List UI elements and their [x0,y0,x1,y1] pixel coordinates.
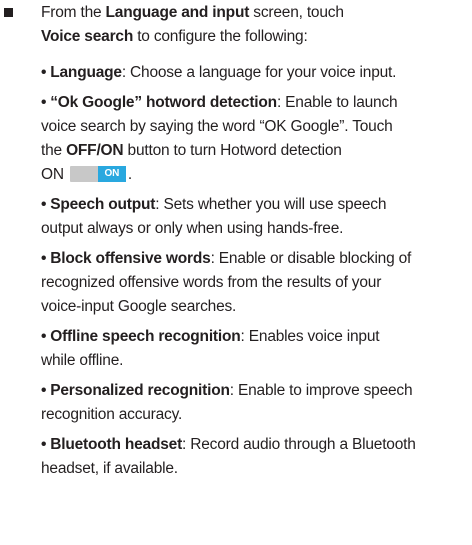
voice-search-options-list: • Language: Choose a language for your vo… [41,61,466,487]
off-on-button-term: OFF/ON [66,142,124,159]
item-text: : Enable to launch [276,94,398,111]
item-text: voice-input Google searches. [41,298,237,315]
item-term: Offline speech recognition [50,328,241,345]
list-item-personalized: • Personalized recognition: Enable to imp… [41,379,466,427]
item-text: recognized offensive words from the resu… [41,274,382,291]
item-text: . [127,166,132,183]
hotword-toggle[interactable]: ON [69,166,126,182]
list-item-speech-output: • Speech output: Sets whether you will us… [41,193,466,241]
intro-text: to configure the following: [133,28,308,45]
item-term: Speech output [50,196,156,213]
voice-search-term: Voice search [41,28,134,45]
item-text: : Choose a language for your voice input… [121,64,397,81]
toggle-knob: ON [97,166,126,182]
manual-page: From the Language and input screen, touc… [0,0,472,545]
intro-line-1: From the Language and input screen, touc… [41,1,461,25]
list-item-block-offensive: • Block offensive words: Enable or disabl… [41,247,466,319]
intro-text: screen, touch [249,4,344,21]
item-text: : Sets whether you will use speech [155,196,387,213]
list-item-language: • Language: Choose a language for your vo… [41,64,397,81]
item-text: voice search by saying the word “OK Goog… [41,118,393,135]
item-term: Personalized recognition [50,382,230,399]
item-text: : Enables voice input [240,328,380,345]
item-text: output always or only when using hands-f… [41,220,344,237]
on-label: ON [41,166,64,183]
intro-line-2: Voice search to configure the following: [41,25,461,49]
item-term: Block offensive words [50,250,211,267]
item-term: Language [50,64,122,81]
list-item-bluetooth: • Bluetooth headset: Record audio through… [41,433,466,481]
intro-text: From the [41,4,106,21]
list-item-hotword: • “Ok Google” hotword detection: Enable t… [41,91,466,187]
section-bullet [4,8,13,17]
list-item-offline: • Offline speech recognition: Enables voi… [41,325,466,373]
item-text: button to turn Hotword detection [123,142,342,159]
item-text: : Enable or disable blocking of [210,250,412,267]
item-text: headset, if available. [41,460,178,477]
item-term: Bluetooth headset [50,436,183,453]
item-text: : Enable to improve speech [229,382,413,399]
item-term: “Ok Google” hotword detection [50,94,277,111]
language-and-input-term: Language and input [105,4,250,21]
item-text: while offline. [41,352,124,369]
item-text: the [41,142,67,159]
item-text: : Record audio through a Bluetooth [182,436,416,453]
intro-paragraph: From the Language and input screen, touc… [41,1,461,49]
item-text: recognition accuracy. [41,406,183,423]
